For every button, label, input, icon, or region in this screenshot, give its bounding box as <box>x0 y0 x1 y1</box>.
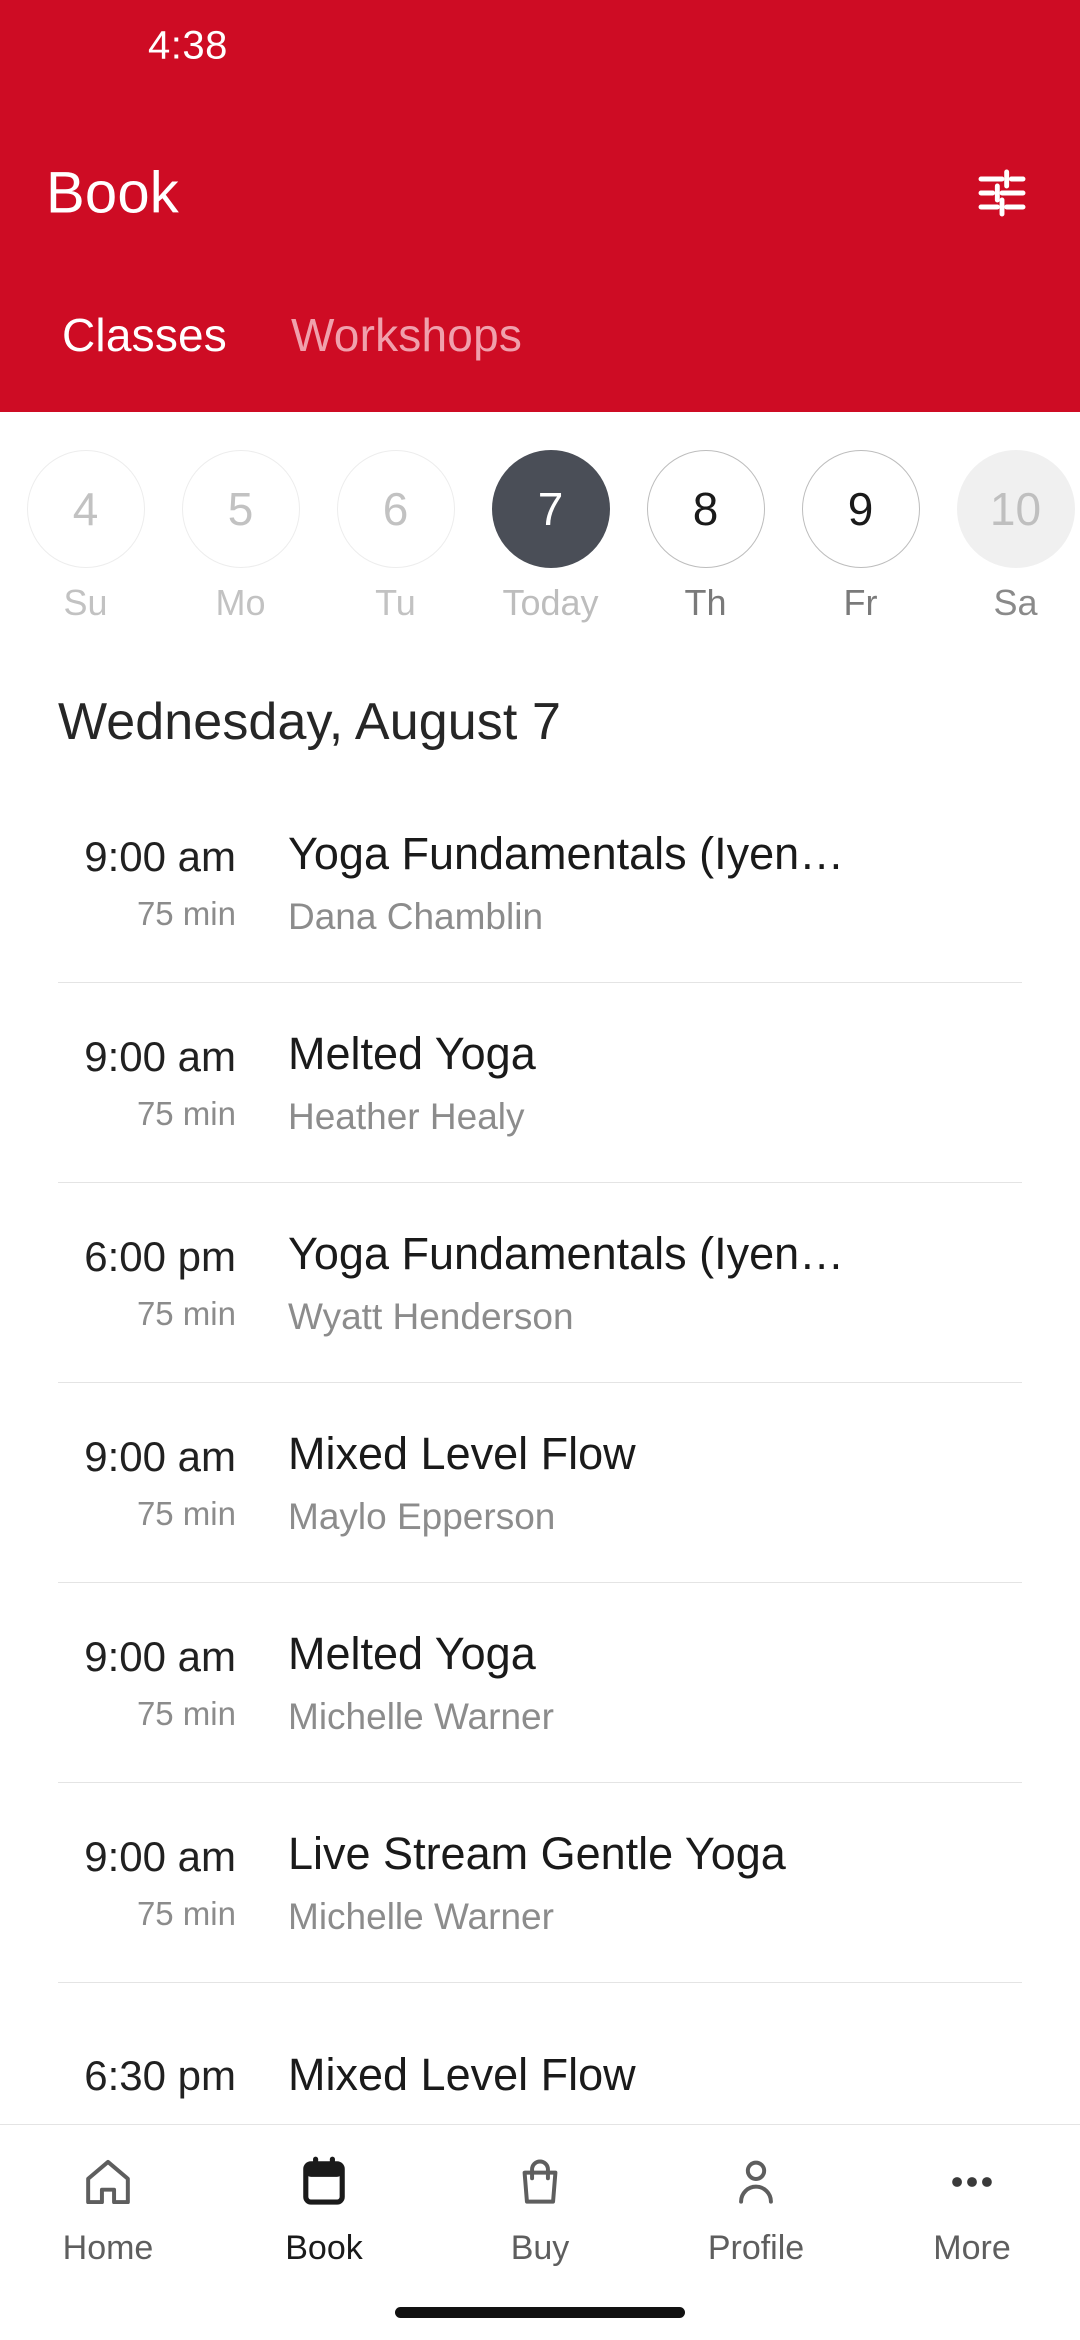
class-time-block: 6:00 pm 75 min <box>58 1231 258 1334</box>
date-chip-weekday: Today <box>502 582 599 623</box>
date-chip-number: 10 <box>956 450 1075 568</box>
date-chip-weekday: Th <box>684 582 727 623</box>
class-duration: 75 min <box>136 1895 236 1933</box>
nav-label-more: More <box>933 2229 1011 2267</box>
class-duration: 75 min <box>136 1695 236 1733</box>
class-start-time: 9:00 am <box>84 1032 236 1080</box>
date-chip-number: 6 <box>336 450 455 568</box>
tab-classes[interactable]: Classes <box>30 308 259 362</box>
class-row[interactable]: 9:00 am 75 min Mixed Level Flow Maylo Ep… <box>0 1382 1080 1582</box>
class-instructor: Wyatt Henderson <box>288 1296 574 1338</box>
page-title: Book <box>46 160 179 226</box>
class-instructor: Heather Healy <box>288 1096 525 1138</box>
class-info-block: Melted Yoga Heather Healy <box>258 1026 1022 1138</box>
class-time-block: 9:00 am 75 min <box>58 1831 258 1934</box>
date-chip-10[interactable]: 10 Sa <box>938 450 1080 624</box>
class-start-time: 9:00 am <box>84 832 236 880</box>
date-chip-number: 4 <box>26 450 145 568</box>
class-start-time: 9:00 am <box>84 1832 236 1880</box>
class-duration: 75 min <box>136 895 236 933</box>
nav-label-buy: Buy <box>510 2229 570 2267</box>
date-chip-weekday: Mo <box>215 582 266 623</box>
status-bar-clock: 4:38 <box>148 23 228 68</box>
filter-button[interactable] <box>966 157 1038 229</box>
class-title: Mixed Level Flow <box>288 1427 636 1479</box>
nav-item-book[interactable]: Book <box>216 2149 432 2268</box>
nav-item-more[interactable]: More <box>864 2149 1080 2268</box>
class-info-block: Melted Yoga Michelle Warner <box>258 1626 1022 1738</box>
class-title: Yoga Fundamentals (Iyen… <box>288 827 845 879</box>
class-row[interactable]: 9:00 am 75 min Melted Yoga Heather Healy <box>0 982 1080 1182</box>
date-chip-5[interactable]: 5 Mo <box>163 450 318 624</box>
date-chip-weekday: Tu <box>375 582 416 623</box>
section-tabs: Classes Workshops <box>0 286 1080 412</box>
person-icon <box>728 2149 784 2215</box>
class-instructor: Michelle Warner <box>288 1696 554 1738</box>
date-chip-9[interactable]: 9 Fr <box>783 450 938 624</box>
class-info-block: Mixed Level Flow <box>258 2047 1022 2117</box>
nav-item-home[interactable]: Home <box>0 2149 216 2268</box>
class-title: Mixed Level Flow <box>288 2048 636 2100</box>
class-time-block: 6:30 pm <box>58 2050 258 2115</box>
date-chip-weekday: Sa <box>993 582 1038 623</box>
class-info-block: Yoga Fundamentals (Iyen… Wyatt Henderson <box>258 1226 1022 1338</box>
home-icon <box>80 2149 136 2215</box>
date-chip-8[interactable]: 8 Th <box>628 450 783 624</box>
sliders-filter-icon <box>974 165 1030 221</box>
tab-workshops[interactable]: Workshops <box>259 308 554 362</box>
home-indicator <box>395 2307 685 2318</box>
date-picker-strip[interactable]: 4 Su 5 Mo 6 Tu 7 Today 8 Th 9 Fr 10 Sa <box>0 412 1080 662</box>
class-time-block: 9:00 am 75 min <box>58 831 258 934</box>
selected-date-heading: Wednesday, August 7 <box>58 693 561 751</box>
date-chip-number: 7 <box>491 450 610 568</box>
date-chip-weekday: Fr <box>843 582 878 623</box>
status-bar: 4:38 <box>0 0 1080 100</box>
class-row[interactable]: 9:00 am 75 min Live Stream Gentle Yoga M… <box>0 1782 1080 1982</box>
class-row[interactable]: 9:00 am 75 min Yoga Fundamentals (Iyen… … <box>0 782 1080 982</box>
class-row[interactable]: 6:30 pm Mixed Level Flow <box>0 1982 1080 2124</box>
class-time-block: 9:00 am 75 min <box>58 1631 258 1734</box>
date-chip-number: 8 <box>646 450 765 568</box>
class-start-time: 9:00 am <box>84 1632 236 1680</box>
nav-label-book: Book <box>285 2229 363 2267</box>
app-header: 4:38 Book Classes Workshops <box>0 0 1080 412</box>
class-info-block: Live Stream Gentle Yoga Michelle Warner <box>258 1826 1022 1938</box>
date-chip-number: 9 <box>801 450 920 568</box>
class-start-time: 6:30 pm <box>84 2051 236 2099</box>
class-duration: 75 min <box>136 1095 236 1133</box>
class-title: Melted Yoga <box>288 1027 536 1079</box>
shopping-bag-icon <box>512 2149 568 2215</box>
date-chip-6[interactable]: 6 Tu <box>318 450 473 624</box>
class-duration: 75 min <box>136 1295 236 1333</box>
app-screen: 4:38 Book Classes Workshops 4 Su 5 Mo 6 … <box>0 0 1080 2340</box>
class-time-block: 9:00 am 75 min <box>58 1431 258 1534</box>
nav-label-profile: Profile <box>707 2229 805 2267</box>
class-info-block: Mixed Level Flow Maylo Epperson <box>258 1426 1022 1538</box>
class-title: Yoga Fundamentals (Iyen… <box>288 1227 845 1279</box>
class-start-time: 9:00 am <box>84 1432 236 1480</box>
class-time-block: 9:00 am 75 min <box>58 1031 258 1134</box>
date-chip-weekday: Su <box>63 582 108 623</box>
date-chip-number: 5 <box>181 450 300 568</box>
app-bar: Book <box>0 100 1080 286</box>
nav-label-home: Home <box>62 2229 154 2267</box>
class-row[interactable]: 6:00 pm 75 min Yoga Fundamentals (Iyen… … <box>0 1182 1080 1382</box>
class-start-time: 6:00 pm <box>84 1232 236 1280</box>
class-title: Melted Yoga <box>288 1627 536 1679</box>
class-row[interactable]: 9:00 am 75 min Melted Yoga Michelle Warn… <box>0 1582 1080 1782</box>
calendar-icon <box>296 2149 352 2215</box>
class-duration: 75 min <box>136 1495 236 1533</box>
class-title: Live Stream Gentle Yoga <box>288 1827 786 1879</box>
nav-item-buy[interactable]: Buy <box>432 2149 648 2268</box>
class-instructor: Michelle Warner <box>288 1896 554 1938</box>
class-list[interactable]: 9:00 am 75 min Yoga Fundamentals (Iyen… … <box>0 782 1080 2124</box>
nav-item-profile[interactable]: Profile <box>648 2149 864 2268</box>
class-instructor: Dana Chamblin <box>288 896 544 938</box>
ellipsis-icon <box>944 2149 1000 2215</box>
class-instructor: Maylo Epperson <box>288 1496 556 1538</box>
date-chip-7-selected[interactable]: 7 Today <box>473 450 628 624</box>
date-chip-4[interactable]: 4 Su <box>8 450 163 624</box>
class-info-block: Yoga Fundamentals (Iyen… Dana Chamblin <box>258 826 1022 938</box>
